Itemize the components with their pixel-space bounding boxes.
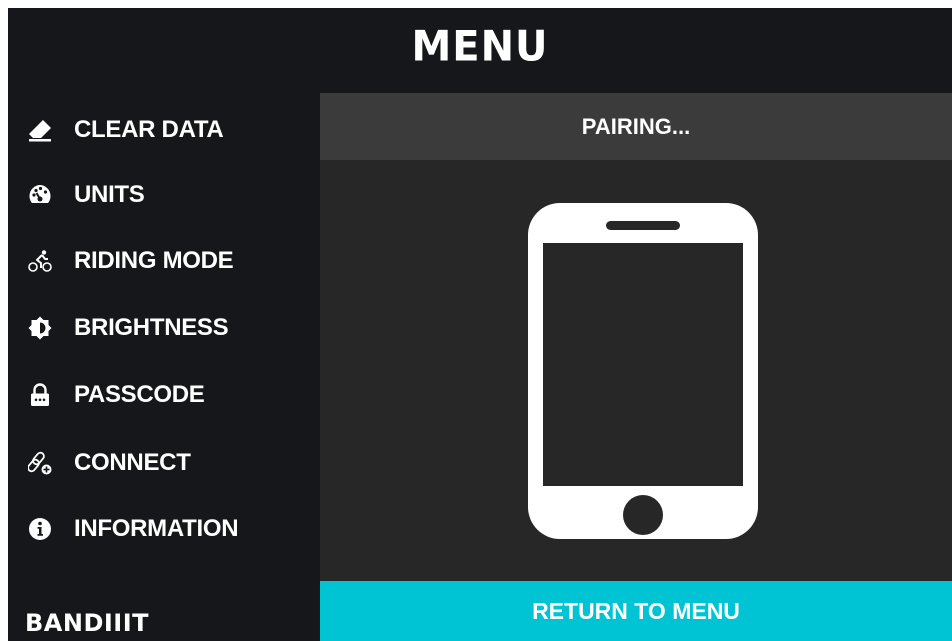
sidebar-item-clear-data[interactable]: CLEAR DATA (25, 110, 224, 150)
sidebar-item-units[interactable]: UNITS (25, 175, 145, 215)
sidebar-item-label: RIDING MODE (74, 247, 234, 274)
eraser-icon (25, 115, 55, 145)
sidebar-item-label: CLEAR DATA (74, 116, 224, 143)
header-bar: MENU (8, 8, 952, 93)
sidebar-item-label: CONNECT (74, 449, 191, 476)
info-icon (25, 514, 55, 544)
sidebar-item-label: PASSCODE (74, 381, 205, 408)
sidebar-item-information[interactable]: INFORMATION (25, 509, 239, 549)
sidebar-item-label: UNITS (74, 181, 145, 208)
sidebar-item-connect[interactable]: CONNECT (25, 443, 191, 483)
return-to-menu-button[interactable]: RETURN TO MENU (320, 581, 952, 641)
sidebar-item-brightness[interactable]: BRIGHTNESS (25, 308, 229, 348)
sidebar-item-label: INFORMATION (74, 515, 239, 542)
sidebar-item-riding-mode[interactable]: RIDING MODE (25, 241, 234, 281)
sidebar-item-passcode[interactable]: PASSCODE (25, 375, 205, 415)
brand-logo: BANDIIIT (25, 609, 150, 637)
pairing-panel: PAIRING... RETURN TO MENU (320, 93, 952, 641)
panel-header: PAIRING... (320, 93, 952, 160)
app-screen: MENU CLEAR DATA UNITS RIDING MODE BRIGHT… (8, 8, 952, 641)
padlock-icon (25, 380, 55, 410)
sidebar-menu: CLEAR DATA UNITS RIDING MODE BRIGHTNESS … (8, 93, 320, 641)
link-add-icon (25, 448, 55, 478)
return-button-label: RETURN TO MENU (532, 597, 740, 624)
cyclist-icon (25, 246, 55, 276)
panel-title: PAIRING... (581, 113, 691, 139)
sidebar-item-label: BRIGHTNESS (74, 314, 229, 341)
smartphone-icon (528, 203, 758, 539)
page-title: MENU (411, 22, 549, 71)
brightness-icon (25, 313, 55, 343)
speedometer-icon (25, 180, 55, 210)
